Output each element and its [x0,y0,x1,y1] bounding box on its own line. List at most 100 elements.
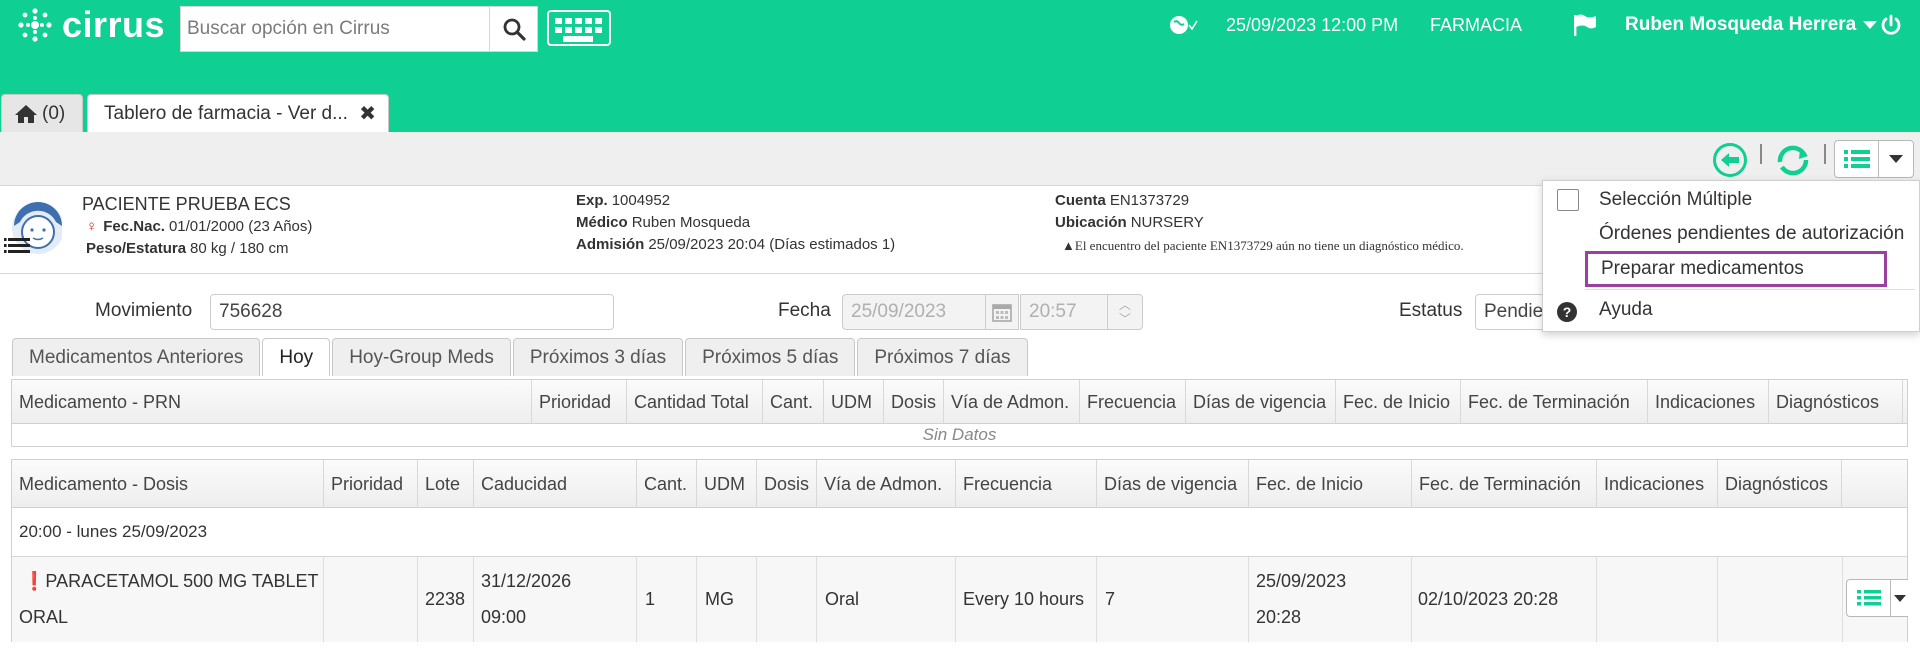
actions-split-button[interactable] [1834,140,1914,178]
cirrus-logo[interactable]: cirrus [16,4,165,46]
menu-item-preparar-medicamentos[interactable]: Preparar medicamentos [1601,258,1804,280]
app-name: cirrus [62,4,166,45]
dob-value: 01/01/2000 (23 Años) [168,218,313,235]
tab-home[interactable]: (0) [1,94,83,132]
dose-col-caducidad[interactable]: Caducidad [474,460,637,508]
dropdown-toggle[interactable] [1879,141,1913,177]
movimiento-input[interactable]: 756628 [210,294,614,330]
tab-proximos-3-dias[interactable]: Próximos 3 días [512,338,684,376]
medication-line-1: PARACETAMOL 500 MG TABLET [45,571,319,591]
patient-doctor: Médico Ruben Mosqueda [576,214,750,231]
dose-col-dosis[interactable]: Dosis [757,460,817,508]
list-shape [1843,150,1870,168]
medication-name[interactable]: ❗PARACETAMOL 500 MG TABLET [23,571,319,592]
prn-col-medicamento[interactable]: Medicamento - PRN [12,380,532,424]
prn-col-udm[interactable]: UDM [824,380,884,424]
language-icon[interactable] [1168,12,1198,38]
inicio-line-1: 25/09/2023 [1256,571,1347,591]
calendar-icon[interactable] [985,294,1019,330]
keyboard-icon[interactable] [547,10,611,46]
fecha-input[interactable]: 25/09/2023 [842,294,986,330]
frecuencia-value: Every 10 hours [963,589,1085,609]
diagnosis-warning: ▲El encuentro del paciente EN1373729 aún… [1062,238,1464,254]
caret-down-icon [1893,594,1906,602]
dose-col-terminacion[interactable]: Fec. de Terminación [1412,460,1597,508]
prn-col-terminacion[interactable]: Fec. de Terminación [1461,380,1648,424]
weight-value: 80 kg / 180 cm [190,240,289,257]
dose-col-inicio[interactable]: Fec. de Inicio [1249,460,1412,508]
inicio-line-2: 20:28 [1256,607,1302,627]
prn-col-dosis[interactable]: Dosis [884,380,944,424]
back-icon[interactable] [1712,142,1748,183]
header-department[interactable]: FARMACIA [1430,12,1522,38]
col-sep [756,557,757,642]
doctor-value: Ruben Mosqueda [631,214,751,231]
prn-col-inicio[interactable]: Fec. de Inicio [1336,380,1461,424]
prn-col-indicaciones[interactable]: Indicaciones [1648,380,1769,424]
dose-col-prioridad[interactable]: Prioridad [324,460,418,508]
tab-hoy[interactable]: Hoy [262,338,331,376]
row-actions-button[interactable] [1846,579,1908,617]
time-spinner[interactable]: ︿ ﹀ [1107,294,1143,330]
power-icon[interactable] [1880,12,1902,38]
user-menu[interactable]: Ruben Mosqueda Herrera [1625,12,1878,38]
patient-name: PACIENTE PRUEBA ECS [82,194,291,214]
prn-col-cantidad-total[interactable]: Cantidad Total [627,380,763,424]
menu-item-seleccion-multiple[interactable]: Selección Múltiple [1599,189,1752,211]
menu-item-ordenes-pendientes[interactable]: Órdenes pendientes de autorización [1599,223,1904,245]
power-shape [1881,14,1901,35]
chevron-up-icon[interactable]: ︿ [1119,298,1131,312]
prn-col-frecuencia[interactable]: Frecuencia [1080,380,1186,424]
tab-pharmacy-label: Tablero de farmacia - Ver d... [104,102,348,124]
prn-table-header: Medicamento - PRN Prioridad Cantidad Tot… [12,380,1907,424]
tab-pharmacy-board[interactable]: Tablero de farmacia - Ver d... ✖ [87,94,389,132]
dose-col-via[interactable]: Vía de Admon. [817,460,956,508]
tab-proximos-7-dias[interactable]: Próximos 7 días [857,338,1028,376]
chevron-down-icon[interactable]: ﹀ [1119,312,1131,326]
prn-col-diagnosticos[interactable]: Diagnósticos [1769,380,1903,424]
table-row[interactable]: ❗PARACETAMOL 500 MG TABLET ORAL 2238 31/… [12,557,1908,642]
dose-col-medicamento[interactable]: Medicamento - Dosis [12,460,324,508]
hora-input[interactable]: 20:57 [1020,294,1108,330]
flag-icon[interactable] [1572,12,1598,38]
prn-col-dias[interactable]: Días de vigencia [1186,380,1336,424]
udm-value: MG [705,589,734,609]
dose-col-dias[interactable]: Días de vigencia [1097,460,1249,508]
row-dropdown-toggle[interactable] [1891,580,1908,616]
prn-col-prioridad[interactable]: Prioridad [532,380,627,424]
close-icon[interactable]: ✖ [359,101,376,126]
caret-down-icon [1863,21,1878,29]
dose-col-frecuencia[interactable]: Frecuencia [956,460,1097,508]
col-sep [696,557,697,642]
dose-col-diagnosticos[interactable]: Diagnósticos [1718,460,1842,508]
search-button[interactable] [489,7,537,51]
menu-item-ayuda[interactable]: Ayuda [1599,299,1653,321]
tab-hoy-group-meds[interactable]: Hoy-Group Meds [332,338,511,376]
col-sep [473,557,474,642]
movimiento-label: Movimiento [95,300,193,321]
dose-col-indicaciones[interactable]: Indicaciones [1597,460,1718,508]
dose-col-cant[interactable]: Cant. [637,460,697,508]
multi-select-checkbox[interactable] [1557,189,1579,211]
location-value: NURSERY [1130,214,1204,231]
patient-avatar [4,198,64,264]
patient-location: Ubicación NURSERY [1055,214,1204,231]
group-label: 20:00 - lunes 25/09/2023 [19,522,208,541]
list-icon[interactable] [1835,141,1879,177]
location-label: Ubicación [1055,214,1127,231]
toolbar-divider [1760,144,1762,164]
dose-col-lote[interactable]: Lote [418,460,474,508]
row-list-icon[interactable] [1847,580,1891,616]
group-row: 20:00 - lunes 25/09/2023 [12,508,1907,557]
tab-medicamentos-anteriores[interactable]: Medicamentos Anteriores [12,338,261,376]
prn-col-cant[interactable]: Cant. [763,380,824,424]
patient-account: Cuenta EN1373729 [1055,192,1189,209]
refresh-icon[interactable] [1774,142,1812,185]
lote-value: 2238 [425,589,466,609]
prn-col-via[interactable]: Vía de Admon. [944,380,1080,424]
dose-col-udm[interactable]: UDM [697,460,757,508]
tab-proximos-5-dias[interactable]: Próximos 5 días [685,338,856,376]
list-shape [1856,590,1881,606]
search-input[interactable] [181,7,489,51]
estatus-label: Estatus [1399,300,1463,321]
